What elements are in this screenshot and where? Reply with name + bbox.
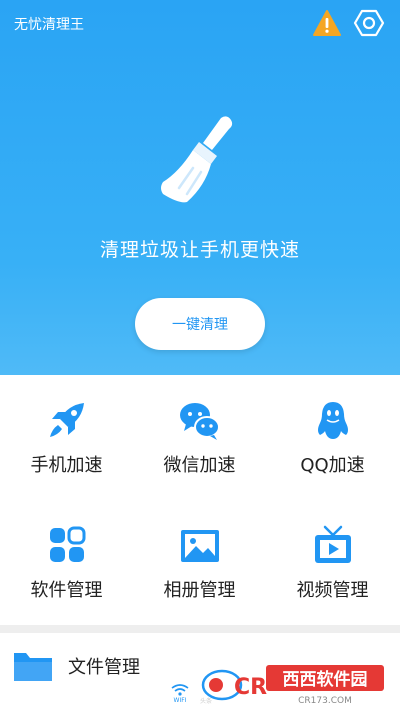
site-watermark: CR 西西软件园 CR173.COM [198,660,394,706]
rocket-icon [46,399,88,441]
broom-icon [157,112,243,208]
tv-video-icon [312,524,354,566]
tile-qq-boost[interactable]: QQ加速 [266,375,399,495]
warning-icon[interactable] [312,9,342,37]
folder-icon [12,649,54,683]
hero-message: 清理垃圾让手机更快速 [99,239,300,261]
wifi-icon [171,684,189,696]
tile-phone-boost[interactable]: 手机加速 [0,375,133,495]
apps-icon [46,524,88,566]
watermark-domain: CR173.COM [298,696,352,706]
feature-grid: 手机加速 微信加速 QQ加速 软件管理 相册管理 视频管理 [0,375,400,625]
tab-wifi-label: WIFI [173,697,187,704]
wechat-icon [179,399,221,441]
tile-label: QQ加速 [300,455,365,476]
tile-label: 微信加速 [163,455,236,476]
tile-label: 视频管理 [296,580,369,601]
tab-wifi[interactable]: WIFI [164,681,196,707]
tile-software-manager[interactable]: 软件管理 [0,500,133,620]
tile-label: 软件管理 [30,580,103,601]
tile-label: 手机加速 [30,455,103,476]
hexagon-settings-icon[interactable] [353,7,385,39]
app-title: 无忧清理王 [14,17,84,33]
tile-video-manager[interactable]: 视频管理 [266,500,399,620]
photo-album-icon [179,524,221,566]
hero-banner: 无忧清理王 清理垃圾让手机更快速 一键清理 [0,0,400,375]
tile-label: 相册管理 [163,580,236,601]
section-divider [0,625,400,633]
one-click-clean-button[interactable]: 一键清理 [135,298,265,350]
file-manager-label: 文件管理 [68,657,140,678]
svg-text:CR: CR [234,675,267,700]
tile-wechat-boost[interactable]: 微信加速 [133,375,266,495]
watermark-brand: 西西软件园 [283,669,368,690]
qq-penguin-icon [312,399,354,441]
tile-album-manager[interactable]: 相册管理 [133,500,266,620]
